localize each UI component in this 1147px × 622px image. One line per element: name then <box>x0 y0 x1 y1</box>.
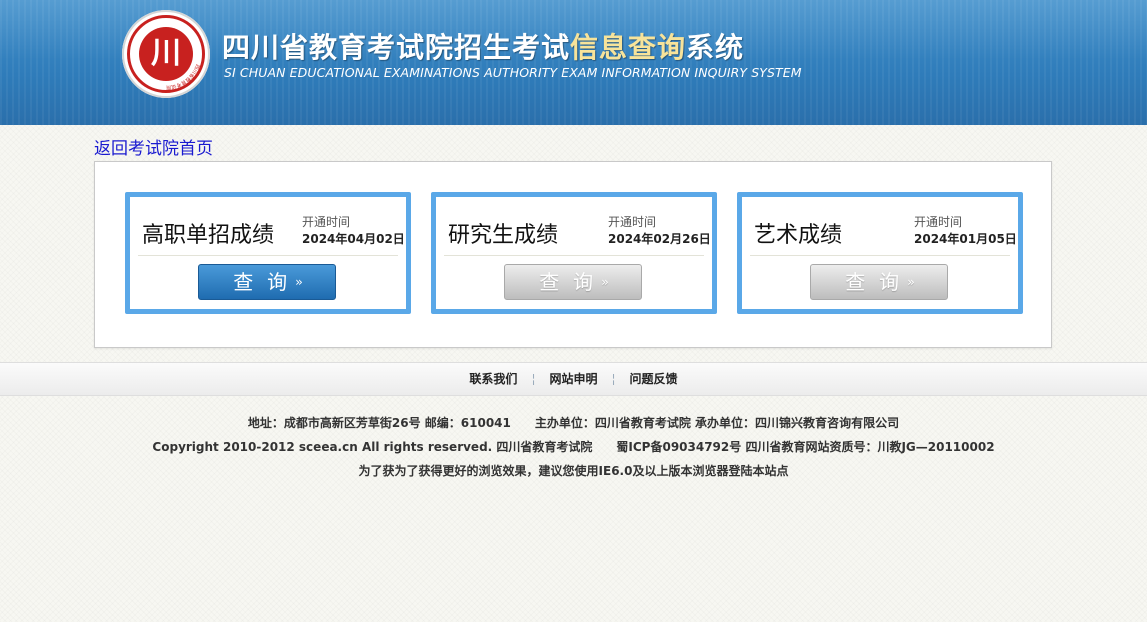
card-divider <box>444 255 704 256</box>
card-art-score: 艺术成绩 开通时间 2024年01月05日 查询›› <box>737 192 1023 314</box>
footer-separator: ¦ <box>611 372 616 386</box>
footer-address: 地址：成都市高新区芳草街26号 邮编：610041 主办单位：四川省教育考试院 … <box>247 416 900 430</box>
footer-nav: 联系我们 ¦ 网站申明 ¦ 问题反馈 <box>0 362 1147 396</box>
card-inner: 艺术成绩 开通时间 2024年01月05日 查询›› <box>742 197 1018 309</box>
query-button-label: 查询 <box>233 270 302 294</box>
query-button[interactable]: 查询›› <box>504 264 642 300</box>
card-inner: 研究生成绩 开通时间 2024年02月26日 查询›› <box>436 197 712 309</box>
open-time-date: 2024年01月05日 <box>914 232 1017 246</box>
open-time-date: 2024年02月26日 <box>608 232 711 246</box>
footer-link-contact[interactable]: 联系我们 <box>455 372 531 386</box>
double-chevron-right-icon: ›› <box>907 275 914 289</box>
footer-link-statement[interactable]: 网站申明 <box>535 372 611 386</box>
open-time-label: 开通时间 <box>302 215 351 229</box>
footer-copyright: Copyright 2010-2012 sceea.cn All rights … <box>152 440 995 454</box>
card-vocational-score: 高职单招成绩 开通时间 2024年04月02日 查询›› <box>125 192 411 314</box>
card-title: 研究生成绩 <box>448 223 559 248</box>
card-title: 艺术成绩 <box>754 223 843 248</box>
site-title-tail: 系统 <box>686 31 745 64</box>
open-time-label: 开通时间 <box>914 215 963 229</box>
open-time-date: 2024年04月02日 <box>302 232 405 246</box>
site-title: 四川省教育考试院招生考试信息查询系统 <box>222 26 744 66</box>
query-panel: 高职单招成绩 开通时间 2024年04月02日 查询›› 研究生成绩 开通时间 … <box>94 161 1052 348</box>
site-title-highlight: 信息查询 <box>570 31 687 64</box>
query-button-label: 查询 <box>539 270 608 294</box>
back-to-home-link[interactable]: 返回考试院首页 <box>94 134 213 159</box>
query-button[interactable]: 查询›› <box>810 264 948 300</box>
site-title-main: 四川省教育考试院招生考试 <box>222 31 571 64</box>
card-title: 高职单招成绩 <box>142 223 275 248</box>
card-inner: 高职单招成绩 开通时间 2024年04月02日 查询›› <box>130 197 406 309</box>
card-divider <box>138 255 398 256</box>
double-chevron-right-icon: ›› <box>601 275 608 289</box>
query-button[interactable]: 查询›› <box>198 264 336 300</box>
site-header: 四川省教育考试院 川 四川省教育考试院招生考试信息查询系统 SI CHUAN E… <box>0 0 1147 125</box>
site-title-english: SI CHUAN EDUCATIONAL EXAMINATIONS AUTHOR… <box>224 65 802 80</box>
query-button-label: 查询 <box>845 270 914 294</box>
open-time-label: 开通时间 <box>608 215 657 229</box>
footer-browser-note: 为了获为了获得更好的浏览效果，建议您使用IE6.0及以上版本浏览器登陆本站点 <box>358 464 789 478</box>
exam-authority-logo-icon: 四川省教育考试院 川 <box>122 10 210 98</box>
card-graduate-score: 研究生成绩 开通时间 2024年02月26日 查询›› <box>431 192 717 314</box>
footer-link-feedback[interactable]: 问题反馈 <box>616 372 692 386</box>
footer-info: 地址：成都市高新区芳草街26号 邮编：610041 主办单位：四川省教育考试院 … <box>0 411 1147 483</box>
logo-glyph: 川 <box>139 27 193 81</box>
double-chevron-right-icon: ›› <box>295 275 302 289</box>
card-divider <box>750 255 1010 256</box>
